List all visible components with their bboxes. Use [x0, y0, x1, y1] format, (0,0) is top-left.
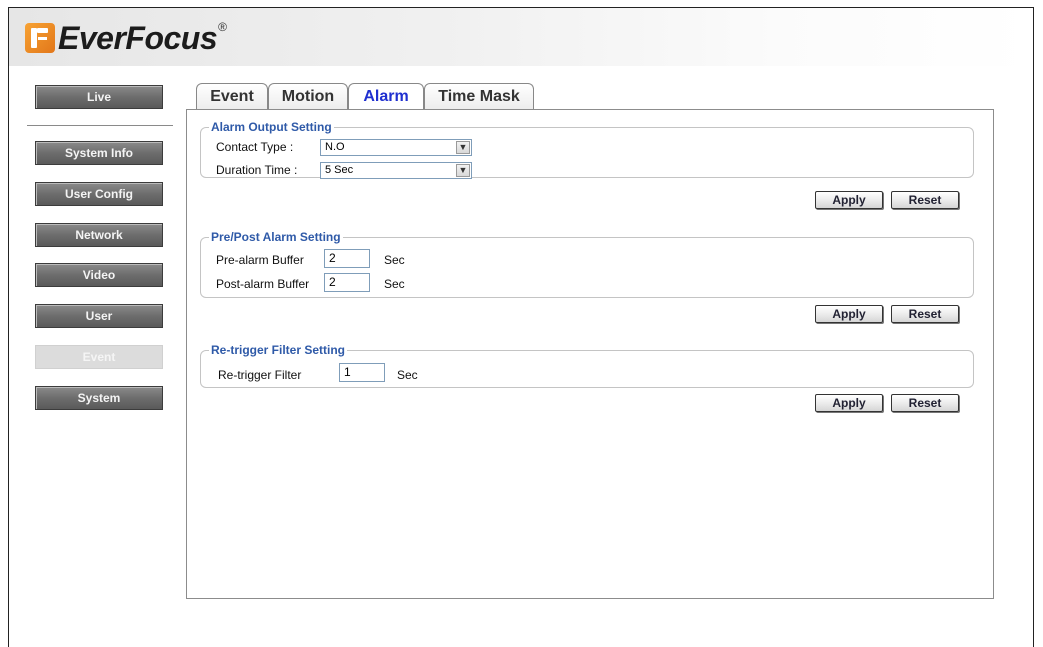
sidebar-item-event[interactable]: Event	[35, 345, 163, 369]
retrigger-reset-button[interactable]: Reset	[891, 394, 959, 412]
pre-alarm-unit: Sec	[384, 253, 405, 267]
alarm-output-reset-button[interactable]: Reset	[891, 191, 959, 209]
alarm-output-title: Alarm Output Setting	[211, 120, 332, 134]
pre-alarm-buffer-label: Pre-alarm Buffer	[216, 253, 304, 267]
duration-time-value: 5 Sec	[325, 164, 354, 176]
post-alarm-buffer-input[interactable]: 2	[324, 273, 370, 292]
retrigger-filter-input[interactable]: 1	[339, 363, 385, 382]
tab-motion[interactable]: Motion	[268, 83, 348, 110]
retrigger-filter-group: Re-trigger Filter Setting	[200, 343, 974, 388]
duration-time-select[interactable]: 5 Sec ▼	[320, 162, 472, 179]
contact-type-label: Contact Type :	[216, 140, 294, 154]
post-alarm-unit: Sec	[384, 277, 405, 291]
tab-alarm[interactable]: Alarm	[348, 83, 424, 110]
sidebar-divider	[27, 125, 173, 126]
sidebar-item-system[interactable]: System	[35, 386, 163, 410]
retrigger-filter-unit: Sec	[397, 368, 418, 382]
tab-time-mask[interactable]: Time Mask	[424, 83, 534, 110]
alarm-output-apply-button[interactable]: Apply	[815, 191, 883, 209]
alarm-output-group: Alarm Output Setting	[200, 120, 974, 178]
pre-alarm-buffer-input[interactable]: 2	[324, 249, 370, 268]
sidebar-item-live[interactable]: Live	[35, 85, 163, 109]
sidebar-item-video[interactable]: Video	[35, 263, 163, 287]
sidebar-item-user[interactable]: User	[35, 304, 163, 328]
everfocus-logo-icon	[25, 23, 55, 53]
sidebar-item-network[interactable]: Network	[35, 223, 163, 247]
content-panel: Alarm Output Setting Contact Type : N.O …	[186, 109, 994, 599]
sidebar-item-user-config[interactable]: User Config	[35, 182, 163, 206]
pre-post-alarm-group: Pre/Post Alarm Setting	[200, 230, 974, 298]
retrigger-filter-label: Re-trigger Filter	[218, 368, 302, 382]
pre-post-reset-button[interactable]: Reset	[891, 305, 959, 323]
retrigger-filter-title: Re-trigger Filter Setting	[211, 343, 346, 357]
tab-event[interactable]: Event	[196, 83, 268, 110]
pre-post-apply-button[interactable]: Apply	[815, 305, 883, 323]
trademark-symbol: ®	[218, 20, 227, 34]
brand-name: EverFocus	[58, 19, 218, 56]
retrigger-apply-button[interactable]: Apply	[815, 394, 883, 412]
pre-post-alarm-title: Pre/Post Alarm Setting	[211, 230, 341, 244]
chevron-down-icon: ▼	[456, 141, 470, 154]
brand-logo: EverFocus ®	[25, 16, 227, 60]
duration-time-label: Duration Time :	[216, 163, 298, 177]
chevron-down-icon: ▼	[456, 164, 470, 177]
post-alarm-buffer-label: Post-alarm Buffer	[216, 277, 310, 291]
header-bar: EverFocus ®	[9, 8, 1033, 66]
contact-type-value: N.O	[325, 141, 345, 153]
sidebar-item-system-info[interactable]: System Info	[35, 141, 163, 165]
contact-type-select[interactable]: N.O ▼	[320, 139, 472, 156]
